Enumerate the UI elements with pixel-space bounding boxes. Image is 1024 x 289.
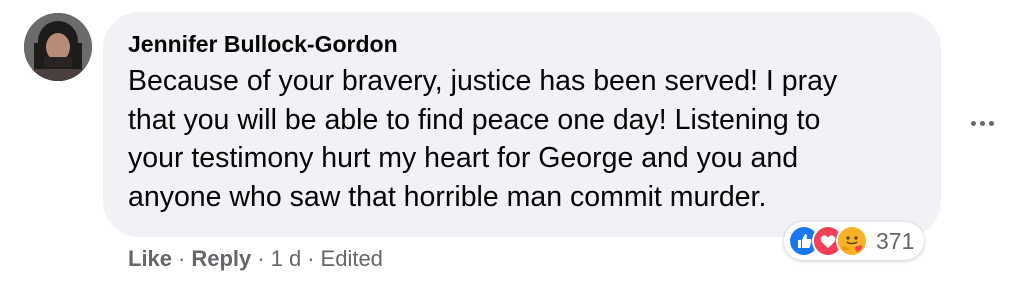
more-options-icon[interactable] xyxy=(962,108,1002,138)
comment-text-line: your testimony hurt my heart for George … xyxy=(128,142,799,174)
avatar[interactable] xyxy=(24,13,92,81)
comment-actions: Like · Reply · 1 d · Edited xyxy=(128,246,383,272)
reply-button[interactable]: Reply xyxy=(191,246,251,272)
care-reaction-icon xyxy=(836,225,868,257)
comment-text: Because of your bravery, justice has bee… xyxy=(128,62,918,216)
reaction-icons xyxy=(788,225,868,257)
comment-text-line: Because of your bravery, justice has bee… xyxy=(128,65,838,97)
comment-text-line: that you will be able to find peace one … xyxy=(128,103,821,136)
reactions-summary[interactable]: 371 xyxy=(784,222,925,260)
like-button[interactable]: Like xyxy=(128,246,172,272)
comment-author[interactable]: Jennifer Bullock-Gordon xyxy=(128,31,398,58)
separator: · xyxy=(307,246,315,271)
comment-text-line: anyone who saw that horrible man commit … xyxy=(128,180,767,213)
reaction-count: 371 xyxy=(876,227,915,254)
separator: · xyxy=(257,246,265,271)
comment-timestamp[interactable]: 1 d xyxy=(271,246,302,272)
edited-label[interactable]: Edited xyxy=(321,246,383,272)
separator: · xyxy=(178,246,186,271)
